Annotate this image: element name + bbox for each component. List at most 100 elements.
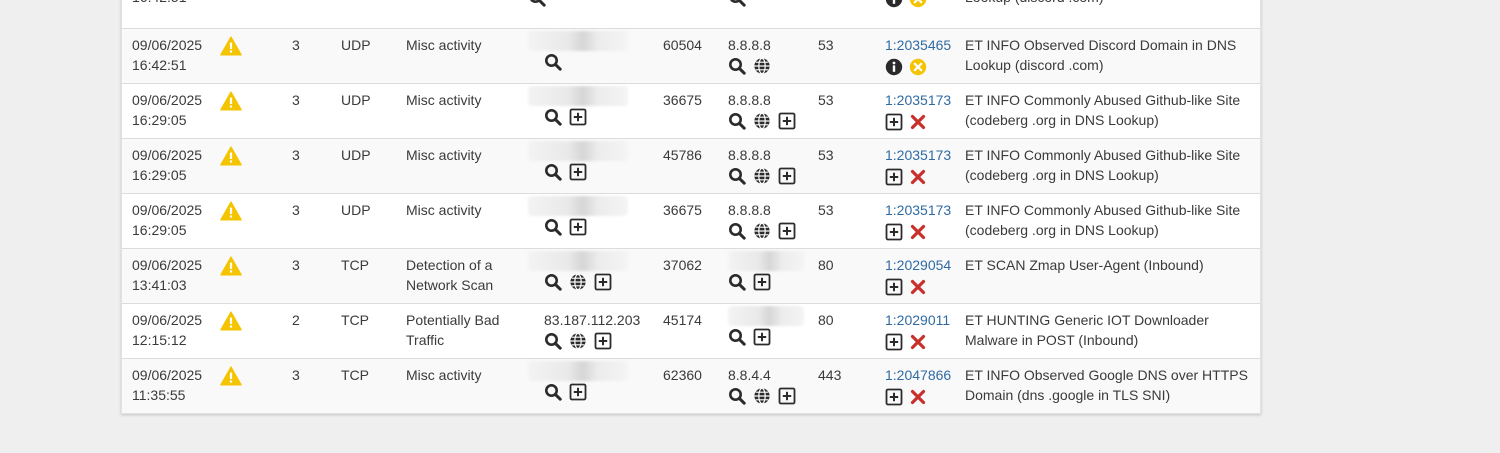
alert-classification: Detection of a Network Scan [406, 257, 494, 293]
alert-datetime: 09/06/2025 16:29:05 [132, 145, 222, 185]
plus-square-icon[interactable] [778, 167, 796, 185]
search-icon[interactable] [544, 108, 562, 126]
sid-link[interactable]: 1:2035173 [885, 200, 951, 220]
destination-port: 53 [818, 202, 834, 218]
alert-description: ET INFO Commonly Abused Github-like Site… [965, 202, 1241, 238]
destination-ip: 8.8.8.8 [728, 37, 771, 53]
globe-icon[interactable] [753, 222, 771, 240]
search-icon[interactable] [728, 167, 746, 185]
globe-icon[interactable] [753, 387, 771, 405]
alert-sid: 1:2035173 [885, 200, 951, 242]
search-icon[interactable] [528, 0, 546, 7]
alert-destination: 8.8.8.8 [728, 29, 808, 76]
warning-icon [220, 366, 242, 386]
sid-link[interactable]: 1:2035465 [885, 35, 951, 55]
alert-destination [728, 0, 808, 8]
alert-source [528, 84, 648, 127]
plus-square-icon[interactable] [885, 113, 903, 131]
search-icon[interactable] [544, 383, 562, 401]
destination-actions [728, 166, 808, 186]
alert-classification: Potentially Bad Traffic [406, 312, 500, 348]
warning-icon [220, 146, 242, 166]
remove-x-icon[interactable] [909, 113, 927, 131]
remove-x-icon[interactable] [909, 168, 927, 186]
source-port: 45174 [663, 312, 702, 328]
search-icon[interactable] [728, 387, 746, 405]
globe-icon[interactable] [753, 167, 771, 185]
unsuppress-icon[interactable] [909, 0, 927, 8]
remove-x-icon[interactable] [909, 223, 927, 241]
plus-square-icon[interactable] [753, 328, 771, 346]
plus-square-icon[interactable] [778, 387, 796, 405]
sid-link[interactable]: 1:2029011 [885, 310, 950, 330]
alert-source [528, 359, 648, 402]
destination-actions [728, 56, 808, 76]
search-icon[interactable] [728, 328, 746, 346]
search-icon[interactable] [728, 57, 746, 75]
alert-source [528, 29, 648, 72]
search-icon[interactable] [544, 53, 562, 71]
plus-square-icon[interactable] [885, 278, 903, 296]
plus-square-icon[interactable] [753, 273, 771, 291]
alert-date: 09/06/2025 [132, 147, 203, 163]
alert-description: ET INFO Observed Google DNS over HTTPS D… [965, 367, 1248, 403]
source-ip-redacted [528, 141, 628, 161]
alert-time: 16:42:51 [132, 0, 222, 7]
alert-destination: 8.8.8.8 [728, 194, 808, 241]
alert-sid: 1:2035173 [885, 90, 951, 132]
search-icon[interactable] [728, 0, 746, 7]
search-icon[interactable] [728, 222, 746, 240]
destination-actions [728, 272, 808, 292]
plus-square-icon[interactable] [569, 218, 587, 236]
sid-actions [885, 167, 951, 187]
remove-x-icon[interactable] [909, 388, 927, 406]
search-icon[interactable] [544, 218, 562, 236]
plus-square-icon[interactable] [594, 273, 612, 291]
alert-date: 09/06/2025 [132, 367, 203, 383]
search-icon[interactable] [544, 273, 562, 291]
plus-square-icon[interactable] [885, 388, 903, 406]
sid-link[interactable]: 1:2035173 [885, 90, 951, 110]
alert-source [390, 0, 546, 8]
alert-description: ET SCAN Zmap User-Agent (Inbound) [965, 257, 1204, 273]
globe-icon[interactable] [569, 332, 587, 350]
plus-square-icon[interactable] [594, 332, 612, 350]
plus-square-icon[interactable] [569, 163, 587, 181]
plus-square-icon[interactable] [569, 383, 587, 401]
alert-date: 09/06/2025 [132, 37, 203, 53]
plus-square-icon[interactable] [885, 168, 903, 186]
globe-icon[interactable] [753, 112, 771, 130]
remove-x-icon[interactable] [909, 333, 927, 351]
globe-icon[interactable] [569, 273, 587, 291]
table-row: 09/06/2025 12:15:12 2 TCP Potentially Bad Tr… [122, 303, 1260, 358]
table-row: 09/06/2025 13:41:03 3 TCP Detection of a Net… [122, 248, 1260, 303]
alert-datetime: 09/06/2025 13:41:03 [132, 255, 222, 295]
alert-protocol: UDP [341, 37, 371, 53]
globe-icon[interactable] [753, 57, 771, 75]
source-port: 36675 [663, 92, 702, 108]
destination-actions [728, 221, 808, 241]
sid-link[interactable]: 1:2035173 [885, 145, 951, 165]
alert-time: 13:41:03 [132, 277, 187, 293]
alert-priority: 3 [292, 202, 300, 218]
search-icon[interactable] [728, 273, 746, 291]
plus-square-icon[interactable] [778, 112, 796, 130]
remove-x-icon[interactable] [909, 278, 927, 296]
plus-square-icon[interactable] [885, 333, 903, 351]
plus-square-icon[interactable] [778, 222, 796, 240]
sid-link[interactable]: 1:2029054 [885, 255, 951, 275]
info-icon[interactable] [885, 58, 903, 76]
plus-square-icon[interactable] [569, 108, 587, 126]
table-row: 09/06/2025 16:42:51 3 UDP Misc activity 60504… [122, 28, 1260, 83]
sid-link[interactable]: 1:2047866 [885, 365, 951, 385]
info-icon[interactable] [885, 0, 903, 8]
alert-protocol: TCP [341, 367, 369, 383]
search-icon[interactable] [728, 112, 746, 130]
alert-classification: Misc activity [406, 92, 482, 108]
unsuppress-icon[interactable] [909, 58, 927, 76]
search-icon[interactable] [544, 163, 562, 181]
plus-square-icon[interactable] [885, 223, 903, 241]
warning-icon [220, 311, 242, 331]
search-icon[interactable] [544, 332, 562, 350]
warning-icon [220, 36, 242, 56]
